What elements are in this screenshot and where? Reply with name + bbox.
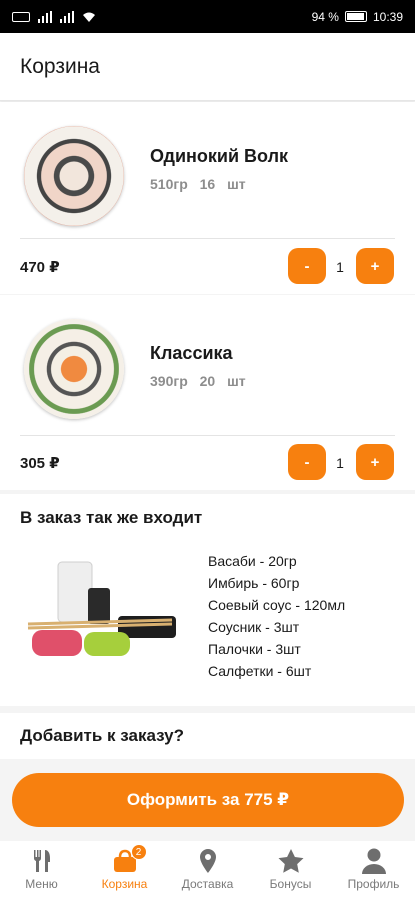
list-item: Имбирь - 60гр [208, 575, 300, 591]
product-meta: 390гр 20 шт [150, 373, 246, 389]
tab-label: Профиль [347, 877, 400, 891]
product-meta: 510гр 16 шт [150, 176, 246, 192]
add-to-order-label: Добавить к заказу? [20, 726, 185, 745]
tab-profile[interactable]: Профиль [332, 841, 415, 900]
tab-label: Меню [25, 877, 58, 891]
product-price: 305 ₽ [20, 455, 60, 472]
included-items-section: В заказ так же входит Васаби - 20гр Имби… [0, 494, 415, 706]
checkout-button[interactable]: Оформить за 775 ₽ [12, 773, 404, 827]
tab-delivery[interactable]: Доставка [166, 841, 249, 900]
product-weight: 390гр [150, 373, 188, 389]
increase-quantity-button[interactable]: + [356, 444, 394, 480]
decrease-quantity-button[interactable]: - [288, 444, 326, 480]
list-item: Соевый соус - 120мл [208, 597, 346, 613]
status-bar: 94 % 10:39 [0, 0, 415, 33]
list-item: Палочки - 3шт [208, 641, 301, 657]
tab-bonuses[interactable]: Бонусы [249, 841, 332, 900]
sim-icon [12, 11, 30, 22]
add-to-order-section[interactable]: Добавить к заказу? [0, 713, 415, 759]
decrease-quantity-button[interactable]: - [288, 248, 326, 284]
tab-menu[interactable]: Меню [0, 841, 83, 900]
wifi-icon [83, 12, 95, 22]
list-item: Соусник - 3шт [208, 619, 300, 635]
product-name[interactable]: Классика [150, 343, 233, 364]
star-icon [276, 847, 306, 875]
product-image[interactable] [24, 126, 124, 226]
included-items-list: Васаби - 20гр Имбирь - 60гр Соевый соус … [208, 550, 345, 682]
increase-quantity-button[interactable]: + [356, 248, 394, 284]
product-image[interactable] [24, 319, 124, 419]
checkout-area: Оформить за 775 ₽ [0, 759, 415, 841]
battery-percent: 94 % [311, 9, 339, 24]
product-name[interactable]: Одинокий Волк [150, 146, 288, 167]
divider [20, 435, 395, 436]
page-header: Корзина [0, 33, 415, 101]
signal-icon [38, 10, 52, 23]
divider [20, 238, 395, 239]
tab-label: Доставка [181, 877, 234, 891]
product-pieces: 20 шт [199, 373, 246, 389]
condiments-image [27, 561, 176, 656]
cart-count-badge: 2 [130, 844, 147, 860]
tab-cart[interactable]: 2 Корзина [83, 841, 166, 900]
section-title: В заказ так же входит [20, 508, 203, 527]
signal-icon [60, 10, 74, 23]
cart-item: Классика 390гр 20 шт 305 ₽ - 1 + [0, 295, 415, 490]
tab-label: Бонусы [269, 877, 312, 891]
product-price: 470 ₽ [20, 259, 60, 276]
product-weight: 510гр [150, 176, 188, 192]
clock: 10:39 [372, 9, 403, 24]
battery-icon [344, 11, 367, 22]
fork-knife-icon [27, 847, 57, 875]
product-pieces: 16 шт [199, 176, 246, 192]
cart-item: Одинокий Волк 510гр 16 шт 470 ₽ - 1 + [0, 102, 415, 294]
location-pin-icon [193, 847, 223, 875]
user-icon [359, 847, 389, 875]
page-title: Корзина [20, 54, 100, 78]
bottom-navigation: Меню 2 Корзина Доставка Бонусы Профиль [0, 841, 415, 900]
quantity-value: 1 [336, 455, 344, 471]
quantity-value: 1 [336, 259, 344, 275]
tab-label: Корзина [101, 877, 148, 891]
list-item: Васаби - 20гр [208, 553, 297, 569]
list-item: Салфетки - 6шт [208, 663, 312, 679]
